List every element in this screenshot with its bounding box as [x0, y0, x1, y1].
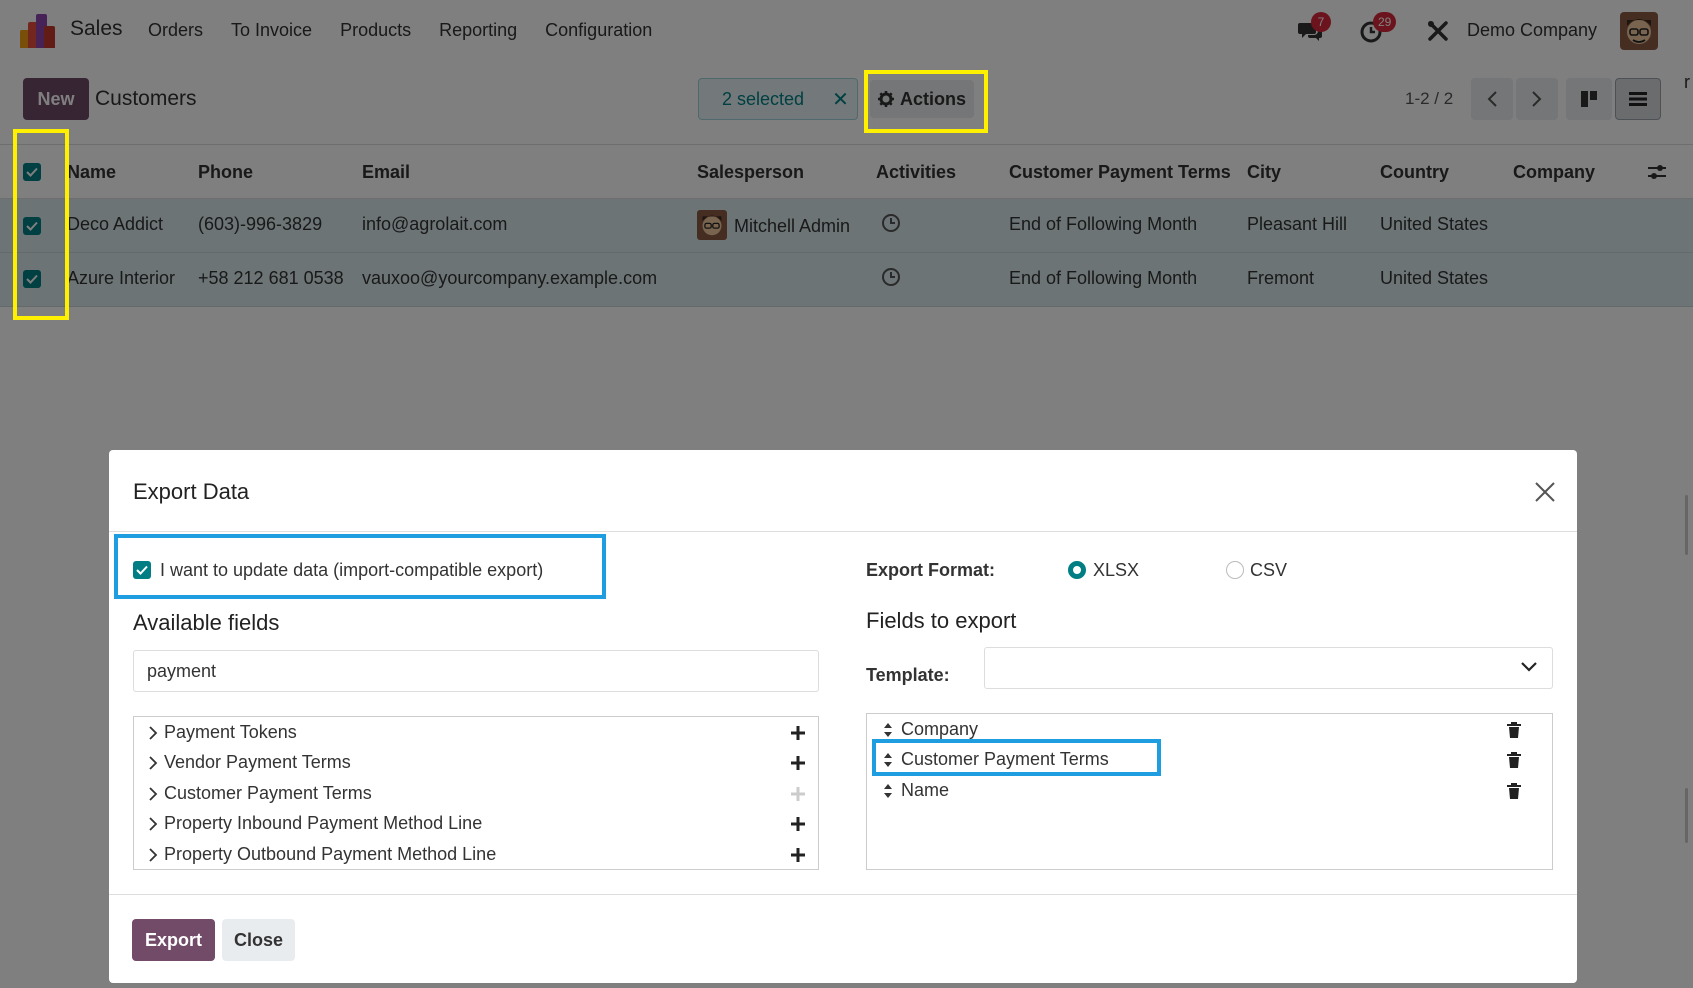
trash-icon[interactable] — [1507, 722, 1521, 738]
dialog-title: Export Data — [133, 479, 250, 504]
add-field-plus-icon[interactable] — [790, 847, 806, 863]
drag-sort-icon[interactable] — [883, 783, 893, 799]
add-field-plus-icon[interactable] — [790, 725, 806, 741]
template-select[interactable] — [984, 647, 1553, 689]
scrollbar-thumb[interactable] — [1685, 495, 1688, 555]
fields-to-export-heading: Fields to export — [866, 608, 1017, 633]
dialog-footer-divider — [109, 894, 1577, 895]
available-fields-heading: Available fields — [133, 610, 280, 635]
available-field-item[interactable]: Property Inbound Payment Method Line — [148, 813, 482, 834]
scrollbar-thumb[interactable] — [1685, 788, 1688, 843]
export-data-dialog: Export Data I want to update data (impor… — [109, 450, 1577, 983]
available-fields-list: Payment Tokens Vendor Payment Terms Cust… — [133, 716, 819, 870]
export-format-label: Export Format: — [866, 560, 996, 580]
trash-icon[interactable] — [1507, 783, 1521, 799]
export-button[interactable]: Export — [132, 919, 215, 961]
close-button[interactable]: Close — [222, 919, 295, 961]
annotation-highlight-checkboxes — [13, 129, 69, 320]
available-field-item[interactable]: Property Outbound Payment Method Line — [148, 844, 496, 865]
format-radio-xlsx[interactable] — [1068, 561, 1086, 579]
trash-icon[interactable] — [1507, 752, 1521, 768]
annotation-highlight-payment-terms — [872, 739, 1161, 776]
template-label: Template: — [866, 665, 950, 685]
annotation-highlight-actions — [864, 70, 988, 133]
format-label-xlsx[interactable]: XLSX — [1093, 560, 1139, 581]
export-fields-list: Company Customer Payment Terms Name — [866, 713, 1553, 870]
chevron-right-icon[interactable] — [148, 816, 158, 832]
add-field-plus-icon[interactable] — [790, 755, 806, 771]
available-field-item[interactable]: Payment Tokens — [148, 722, 297, 743]
export-field-item[interactable]: Company — [883, 719, 978, 740]
chevron-right-icon[interactable] — [148, 847, 158, 863]
close-icon[interactable] — [1533, 480, 1557, 504]
format-label-csv[interactable]: CSV — [1250, 560, 1287, 581]
add-field-plus-icon[interactable] — [790, 816, 806, 832]
dialog-header-divider — [109, 531, 1577, 532]
field-search-input[interactable] — [133, 650, 819, 692]
export-field-item[interactable]: Name — [883, 780, 949, 801]
chevron-right-icon[interactable] — [148, 725, 158, 741]
chevron-right-icon[interactable] — [148, 786, 158, 802]
add-field-plus-icon-disabled — [791, 787, 805, 801]
annotation-highlight-import-compatible — [114, 534, 606, 599]
available-field-item[interactable]: Customer Payment Terms — [148, 783, 372, 804]
chevron-right-icon[interactable] — [148, 755, 158, 771]
chevron-down-icon — [1521, 662, 1537, 672]
available-field-item[interactable]: Vendor Payment Terms — [148, 752, 351, 773]
format-radio-csv[interactable] — [1226, 561, 1244, 579]
drag-sort-icon[interactable] — [883, 722, 893, 738]
